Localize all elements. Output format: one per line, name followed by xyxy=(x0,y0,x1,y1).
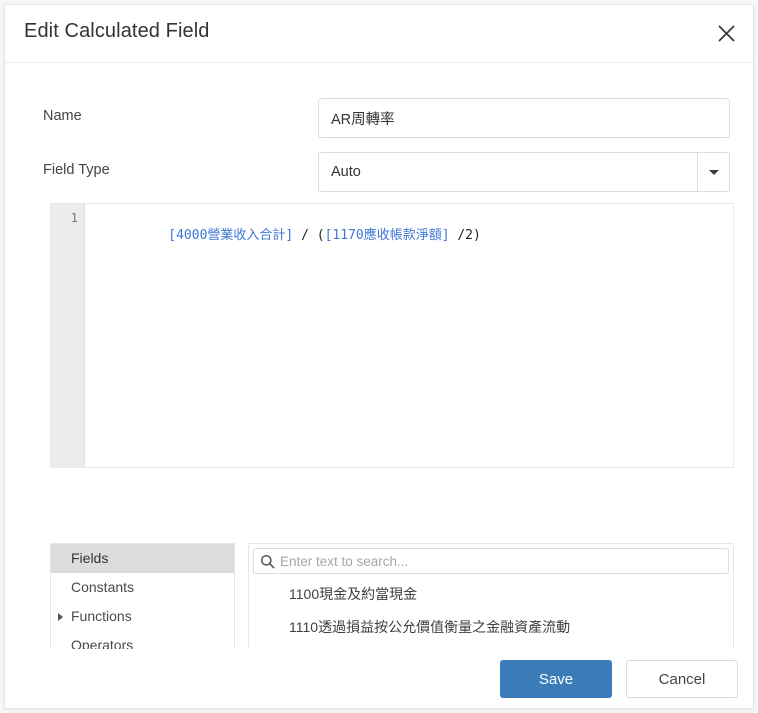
formula-token-field-2: [1170應收帳款淨額] xyxy=(324,228,450,243)
close-icon[interactable] xyxy=(709,16,743,50)
name-input[interactable] xyxy=(318,98,730,138)
chevron-down-icon[interactable] xyxy=(698,152,730,192)
category-item-label: Constants xyxy=(71,579,135,595)
editor-gutter: 1 xyxy=(51,204,85,467)
close-glyph xyxy=(718,25,734,41)
save-button[interactable]: Save xyxy=(500,660,612,698)
dialog-body: Name Field Type Auto 1 [4000營 xyxy=(5,63,753,708)
formula-token-op-1: / ( xyxy=(293,228,325,243)
category-item-constants[interactable]: Constants xyxy=(51,573,234,602)
page-title: Edit Calculated Field xyxy=(24,20,210,42)
search-icon xyxy=(254,554,280,569)
search-glyph xyxy=(260,554,274,568)
list-item[interactable]: 1110透過損益按公允價值衡量之金融資產流動 xyxy=(249,611,733,644)
field-type-label: Field Type xyxy=(43,162,110,178)
category-item-label: Fields xyxy=(71,550,109,566)
page-background: Edit Calculated Field Name Field Type Au… xyxy=(0,0,758,713)
dialog-header: Edit Calculated Field xyxy=(5,5,753,63)
category-item-fields[interactable]: Fields xyxy=(51,544,234,573)
cancel-button[interactable]: Cancel xyxy=(626,660,738,698)
field-type-select[interactable]: Auto xyxy=(318,152,730,192)
chevron-right-icon[interactable] xyxy=(58,613,63,621)
search-input[interactable] xyxy=(280,553,728,569)
name-row: Name xyxy=(5,98,753,138)
formula-text[interactable]: [4000營業收入合計] / ([1170應收帳款淨額] /2) xyxy=(86,204,733,467)
category-item-label: Functions xyxy=(71,608,132,624)
edit-calculated-field-dialog: Edit Calculated Field Name Field Type Au… xyxy=(4,4,754,709)
chevron-down-glyph xyxy=(708,169,719,175)
field-type-row: Field Type Auto xyxy=(5,152,753,192)
line-number: 1 xyxy=(70,211,78,225)
formula-token-op-2: /2) xyxy=(449,228,481,243)
name-label: Name xyxy=(43,108,82,124)
dialog-footer: Save Cancel xyxy=(5,649,753,708)
search-bar[interactable] xyxy=(253,548,729,574)
formula-token-field-1: [4000營業收入合計] xyxy=(168,228,294,243)
category-item-functions[interactable]: Functions xyxy=(51,602,234,631)
list-item[interactable]: 1100現金及約當現金 xyxy=(249,578,733,611)
formula-editor[interactable]: 1 [4000營業收入合計] / ([1170應收帳款淨額] /2) xyxy=(50,203,734,468)
field-type-value[interactable]: Auto xyxy=(318,152,698,192)
